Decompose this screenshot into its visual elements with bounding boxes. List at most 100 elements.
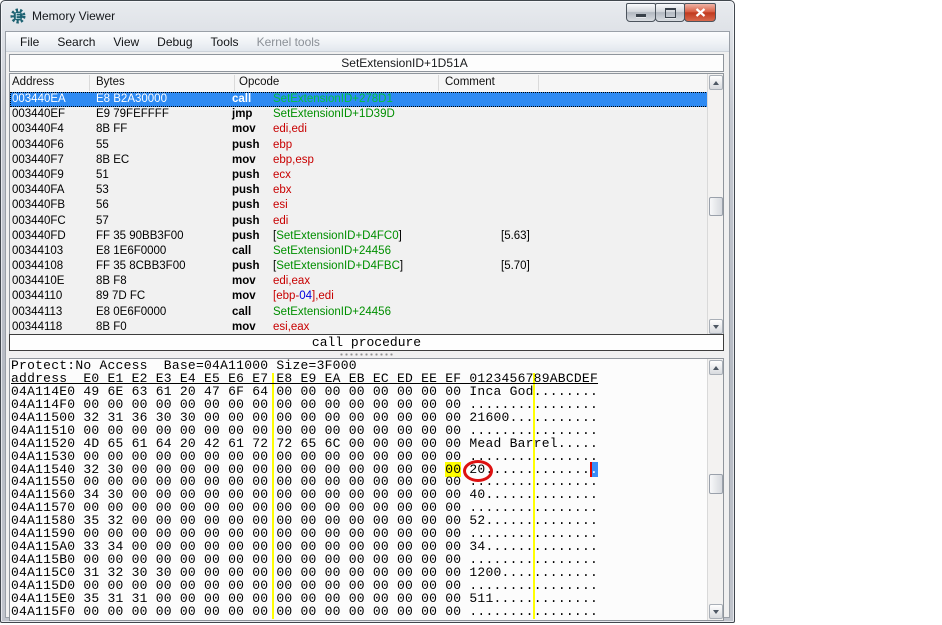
scroll-up-button[interactable] xyxy=(709,360,723,375)
disasm-operand: SetExtensionID+1D39D xyxy=(273,108,395,120)
disasm-row[interactable]: 00344108FF 35 8CBB3F00push[SetExtensionI… xyxy=(10,259,708,274)
maximize-icon xyxy=(665,8,676,18)
disasm-address: 0034410E xyxy=(12,275,64,287)
disasm-mnemonic: push xyxy=(232,260,259,272)
disasm-row[interactable]: 003440FDFF 35 90BB3F00push[SetExtensionI… xyxy=(10,229,708,244)
menu-item-search[interactable]: Search xyxy=(48,33,104,51)
disasm-operand: edi,edi xyxy=(273,123,307,135)
splitter-grip-icon xyxy=(339,353,395,356)
disasm-row[interactable]: 003440F78B ECmovebp,esp xyxy=(10,153,708,168)
arrow-down-icon xyxy=(713,610,719,614)
close-button[interactable] xyxy=(684,3,716,22)
hex-dump-content: Protect:No Access Base=04A11000 Size=3F0… xyxy=(10,359,708,620)
disasm-mnemonic: jmp xyxy=(232,108,252,120)
arrow-up-icon xyxy=(713,81,719,85)
column-header-comment[interactable]: Comment xyxy=(445,76,495,88)
disasm-bytes: E8 0E6F0000 xyxy=(96,306,166,318)
app-gear-icon: E xyxy=(10,8,26,24)
disasm-row[interactable]: 003440F48B FFmovedi,edi xyxy=(10,122,708,137)
disasm-mnemonic: mov xyxy=(232,321,256,333)
disasm-row[interactable]: 00344103 E8 1E6F0000 call SetExtensionID+24… xyxy=(10,244,708,259)
window-controls xyxy=(627,3,716,22)
disassembly-rows: 003440EAE8 B2A30000callSetExtensionID+27… xyxy=(10,92,708,335)
close-icon xyxy=(695,8,706,17)
disasm-row[interactable]: 0034410E8B F8movedi,eax xyxy=(10,274,708,289)
disasm-row[interactable]: 003440EAE8 B2A30000callSetExtensionID+27… xyxy=(10,92,708,107)
disasm-operand: ebp xyxy=(273,139,292,151)
disasm-bytes: E8 1E6F0000 xyxy=(96,245,166,257)
menu-item-debug[interactable]: Debug xyxy=(148,33,201,51)
disasm-row[interactable]: 003440FC57pushedi xyxy=(10,214,708,229)
menu-item-file[interactable]: File xyxy=(11,33,48,51)
disasm-row[interactable]: 003440F655pushebp xyxy=(10,138,708,153)
disasm-address: 00344103 xyxy=(12,245,63,257)
scroll-down-button[interactable] xyxy=(709,604,723,619)
scrollbar-thumb[interactable] xyxy=(709,197,723,216)
disasm-comment: [5.63] xyxy=(501,230,530,242)
disasm-mnemonic: push xyxy=(232,139,259,151)
disasm-address: 00344113 xyxy=(12,306,62,318)
title-bar[interactable]: E Memory Viewer xyxy=(1,1,734,31)
scrollbar-thumb[interactable] xyxy=(709,474,723,494)
maximize-button[interactable] xyxy=(655,3,685,22)
disasm-mnemonic: mov xyxy=(232,290,256,302)
disasm-row[interactable]: 003441188B F0movesi,eax xyxy=(10,320,708,335)
disasm-row[interactable]: 00344113E8 0E6F0000callSetExtensionID+24… xyxy=(10,305,708,320)
disasm-bytes: 89 7D FC xyxy=(96,290,145,302)
disasm-bytes: 8B F0 xyxy=(96,321,127,333)
disassembly-scrollbar[interactable] xyxy=(707,74,723,335)
disasm-row[interactable]: 003440F951pushecx xyxy=(10,168,708,183)
disasm-mnemonic: call xyxy=(232,245,251,257)
scroll-up-button[interactable] xyxy=(709,75,723,90)
disasm-address: 003440F7 xyxy=(12,154,64,166)
column-header-address[interactable]: Address xyxy=(12,76,54,88)
menu-item-kernel-tools: Kernel tools xyxy=(248,33,329,51)
dump-row[interactable]: 04A115F0 00 00 00 00 00 00 00 00 00 00 0… xyxy=(11,606,708,619)
column-divider[interactable] xyxy=(234,75,235,91)
menu-item-tools[interactable]: Tools xyxy=(202,33,248,51)
disasm-row[interactable]: 00344110 89 7D FC mov [ebp-04],edi xyxy=(10,289,708,304)
window-title: Memory Viewer xyxy=(32,9,115,23)
disassembly-panel: Address Bytes Opcode Comment 003440EAE8 … xyxy=(9,73,724,336)
disasm-bytes: 51 xyxy=(96,169,109,181)
column-divider[interactable] xyxy=(89,75,90,91)
column-divider[interactable] xyxy=(538,75,539,91)
disasm-mnemonic: call xyxy=(232,306,251,318)
disasm-row[interactable]: 003440EFE9 79FEFFFFjmpSetExtensionID+1D3… xyxy=(10,107,708,122)
memory-viewer-window: E Memory Viewer FileSearchViewDebugTools… xyxy=(0,0,735,623)
disasm-address: 00344110 xyxy=(12,290,62,302)
disasm-row[interactable]: 003440FA53pushebx xyxy=(10,183,708,198)
pane-splitter[interactable] xyxy=(9,351,724,358)
disasm-address: 003440F9 xyxy=(12,169,64,181)
disasm-bytes: E9 79FEFFFF xyxy=(96,108,169,120)
disasm-operand: ecx xyxy=(273,169,291,181)
disasm-mnemonic: push xyxy=(232,199,259,211)
disasm-bytes: E8 B2A30000 xyxy=(96,93,167,105)
disasm-mnemonic: mov xyxy=(232,275,256,287)
disasm-bytes: 53 xyxy=(96,184,109,196)
column-divider[interactable] xyxy=(438,75,439,91)
scroll-down-button[interactable] xyxy=(709,319,723,334)
disasm-operand: SetExtensionID+24456 xyxy=(273,245,391,257)
dump-address: 04A115F0 xyxy=(11,604,75,619)
column-header-opcode[interactable]: Opcode xyxy=(239,76,279,88)
disasm-operand: ebx xyxy=(273,184,292,196)
disasm-address: 003440FD xyxy=(12,230,66,242)
disasm-operand: [ebp-04],edi xyxy=(273,290,334,302)
disasm-row[interactable]: 003440FB56pushesi xyxy=(10,198,708,213)
minimize-button[interactable] xyxy=(626,3,656,22)
disasm-bytes: 8B F8 xyxy=(96,275,127,287)
column-header-bytes[interactable]: Bytes xyxy=(96,76,125,88)
disasm-mnemonic: mov xyxy=(232,154,256,166)
disasm-bytes: 55 xyxy=(96,139,109,151)
arrow-up-icon xyxy=(713,366,719,370)
arrow-down-icon xyxy=(713,325,719,329)
disasm-bytes: 56 xyxy=(96,199,109,211)
disasm-address: 00344108 xyxy=(12,260,63,272)
dump-rows: 04A114E0 49 6E 63 61 20 47 6F 64 00 00 0… xyxy=(11,386,708,619)
menu-item-view[interactable]: View xyxy=(104,33,148,51)
disasm-operand: SetExtensionID+278D1 xyxy=(273,93,393,105)
dump-scrollbar[interactable] xyxy=(707,359,723,620)
procedure-bar: call procedure xyxy=(9,334,724,351)
disasm-bytes: 8B FF xyxy=(96,123,127,135)
